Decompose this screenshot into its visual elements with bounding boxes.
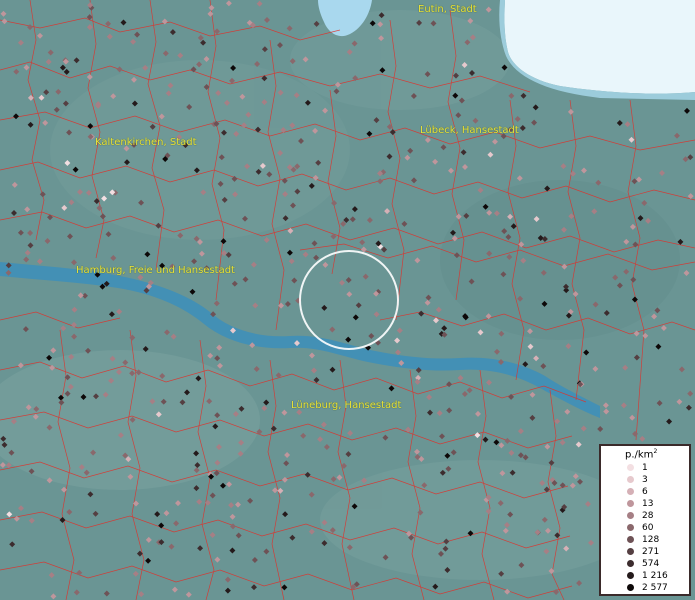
legend-item: 1 216 [601,570,691,582]
legend-item: 1 [601,462,691,474]
legend-label: 28 [642,511,654,521]
legend-label: 3 [642,475,648,485]
legend-label: 2 577 [642,583,668,593]
place-label-luebeck: Lübeck, Hansestadt [420,125,519,136]
legend-label: 60 [642,523,654,533]
legend-title-sup: 2 [653,448,658,455]
legend-item: 6 [601,486,691,498]
legend-swatch [627,548,634,555]
legend-label: 574 [642,559,660,569]
place-label-hamburg: Hamburg, Freie und Hansestadt [76,265,235,276]
legend-label: 6 [642,487,648,497]
legend-item: 28 [601,510,691,522]
legend-title-unit: p./km [625,449,654,461]
legend-swatch [627,536,634,543]
map-canvas[interactable] [0,0,695,600]
place-label-kaltenkirchen: Kaltenkirchen, Stadt [95,137,197,148]
place-label-lueneburg: Lüneburg, Hansestadt [291,400,402,411]
legend-swatch [627,584,634,591]
legend-title: p./km2 [625,448,657,460]
legend-swatch [627,560,634,567]
legend-swatch [627,488,634,495]
legend-label: 1 [642,463,648,473]
legend-label: 1 216 [642,571,668,581]
legend-label: 128 [642,535,660,545]
legend-swatch [627,572,634,579]
legend-item: 574 [601,558,691,570]
legend-label: 271 [642,547,660,557]
legend-swatch [627,500,634,507]
legend-item: 271 [601,546,691,558]
legend-swatch [627,512,634,519]
legend-item: 3 [601,474,691,486]
legend-item: 2 577 [601,582,691,594]
legend-label: 13 [642,499,654,509]
legend-swatch [627,476,634,483]
place-label-eutin: Eutin, Stadt [418,4,477,15]
density-legend: p./km2 1 3 6 13 28 60 128 271 574 1 216 2 577 [599,444,691,596]
legend-item: 128 [601,534,691,546]
legend-swatch [627,464,634,471]
legend-swatch [627,524,634,531]
legend-item: 60 [601,522,691,534]
legend-item: 13 [601,498,691,510]
